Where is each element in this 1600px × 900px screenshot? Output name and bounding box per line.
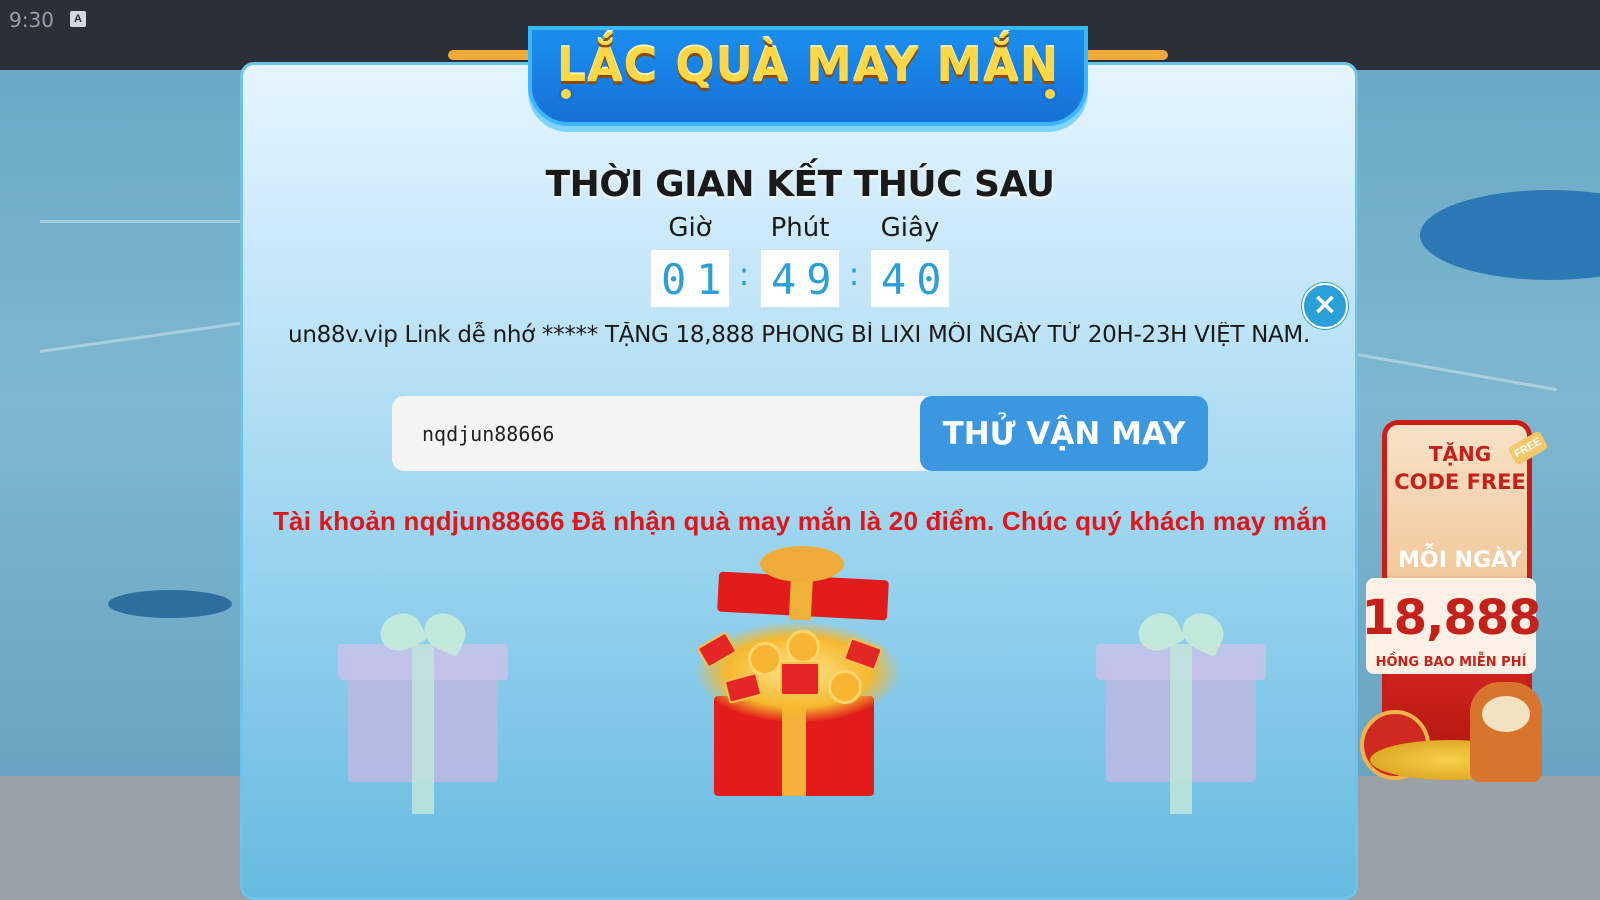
hours-label: Giờ xyxy=(668,213,712,243)
marquee-text: un88v.vip Link dễ nhớ ***** TẶNG 18,888 … xyxy=(290,322,1310,348)
background-decor-line xyxy=(1339,350,1557,392)
gift-box-left[interactable] xyxy=(338,606,508,814)
time-separator: : xyxy=(848,255,860,293)
banner-wing-left xyxy=(448,50,538,60)
hours-value: 01 xyxy=(650,249,730,308)
try-luck-button[interactable]: THỬ VẬN MAY xyxy=(920,396,1208,471)
banner-stud xyxy=(1042,86,1058,102)
seconds-label: Giây xyxy=(880,213,940,243)
close-icon: × xyxy=(1312,287,1338,322)
banner-plate: LẮC QUÀ MAY MẮN xyxy=(528,26,1088,126)
gift-box-center-opened[interactable] xyxy=(696,546,906,796)
banner-stud xyxy=(558,86,574,102)
modal-header-banner: LẮC QUÀ MAY MẮN xyxy=(448,26,1168,136)
promo-banner[interactable]: TẶNG CODE FREE FREE MỖI NGÀY 18,888 HỒNG… xyxy=(1360,420,1570,790)
minutes-label: Phút xyxy=(770,213,830,243)
announcement-marquee: un88v.vip Link dễ nhớ ***** TẶNG 18,888 … xyxy=(290,322,1310,358)
username-input[interactable] xyxy=(392,396,932,471)
seconds-value: 40 xyxy=(870,249,950,308)
spin-form: THỬ VẬN MAY xyxy=(392,396,1208,471)
status-time: 9:30 xyxy=(9,8,54,32)
modal-title: LẮC QUÀ MAY MẮN xyxy=(556,38,1060,92)
minutes-value: 49 xyxy=(760,249,840,308)
time-separator: : xyxy=(738,255,750,293)
sim-icon: A xyxy=(70,11,86,27)
promo-line3: MỖI NGÀY xyxy=(1398,548,1522,573)
banner-wing-right xyxy=(1078,50,1168,60)
promo-subtitle: HỒNG BAO MIỄN PHÍ xyxy=(1375,655,1527,670)
promo-amount: 18,888 xyxy=(1361,590,1541,646)
promo-line2: CODE FREE xyxy=(1394,470,1526,494)
gift-box-right[interactable] xyxy=(1096,606,1266,814)
countdown-title: THỜI GIAN KẾT THÚC SAU xyxy=(545,164,1055,205)
result-message: Tài khoản nqdjun88666 Đã nhận quà may mắ… xyxy=(272,506,1328,536)
background-decor-line xyxy=(40,220,240,223)
tiger-mascot-icon xyxy=(1470,682,1542,782)
background-platform xyxy=(108,590,232,618)
